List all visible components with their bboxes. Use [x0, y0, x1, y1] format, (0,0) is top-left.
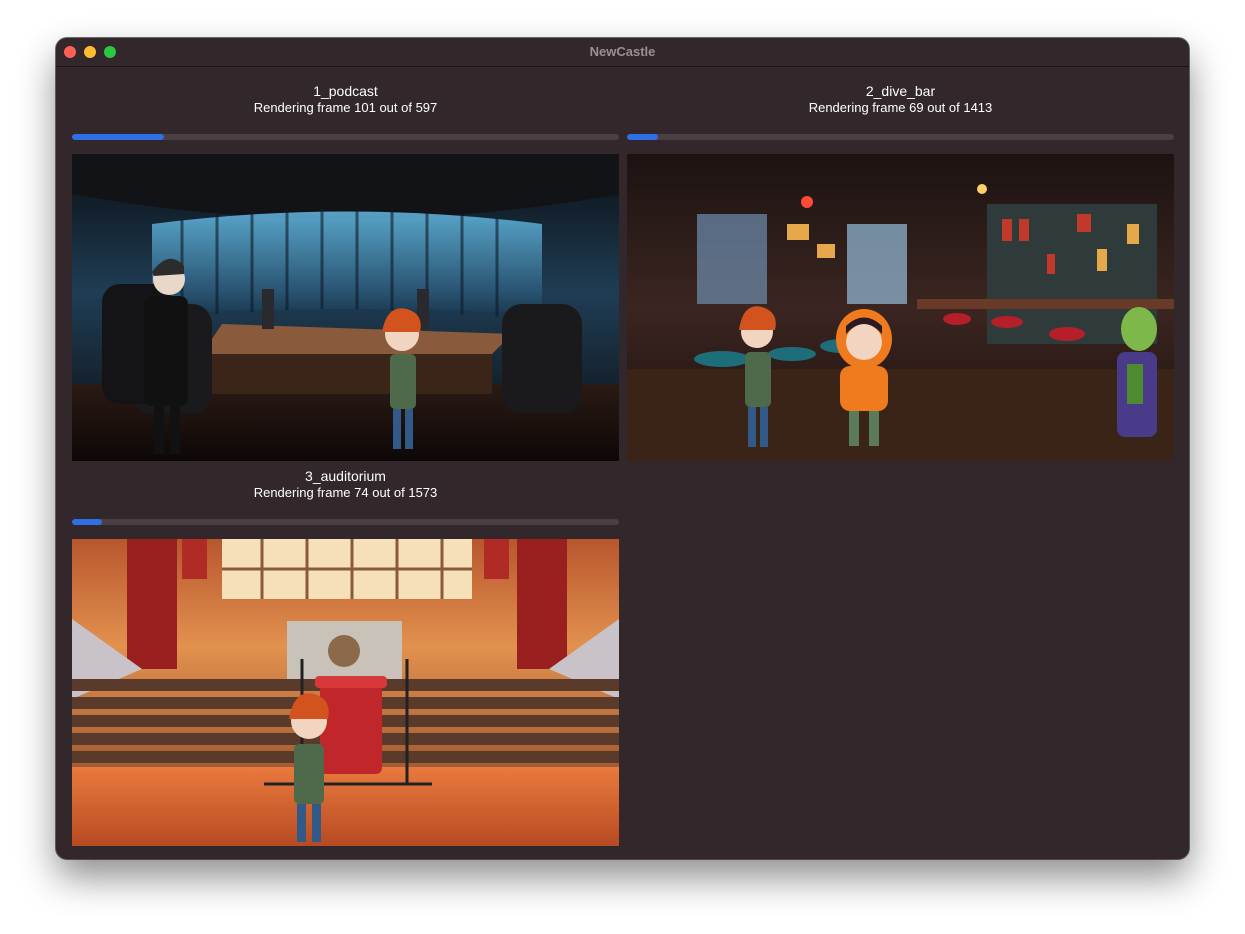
title-bar: NewCastle: [56, 38, 1189, 67]
progress-fill: [72, 519, 102, 525]
preview-image-dive-bar: [627, 154, 1174, 461]
progress-bar: [627, 134, 1174, 140]
progress-fill: [72, 134, 165, 140]
progress-bar: [72, 134, 619, 140]
window-title: NewCastle: [589, 44, 656, 59]
job-name: 3_auditorium: [305, 468, 386, 484]
job-status: Rendering frame 101 out of 597: [253, 100, 438, 115]
preview-image-podcast: [72, 154, 619, 461]
job-status: Rendering frame 74 out of 1573: [253, 485, 438, 500]
progress-fill: [627, 134, 659, 140]
job-name: 1_podcast: [313, 83, 378, 99]
preview-image-auditorium: [72, 539, 619, 846]
job-status: Rendering frame 69 out of 1413: [808, 100, 993, 115]
job-name: 2_dive_bar: [865, 83, 936, 99]
app-window: NewCastle 1_podcast Rendering frame 101 …: [56, 38, 1189, 859]
progress-bar: [72, 519, 619, 525]
